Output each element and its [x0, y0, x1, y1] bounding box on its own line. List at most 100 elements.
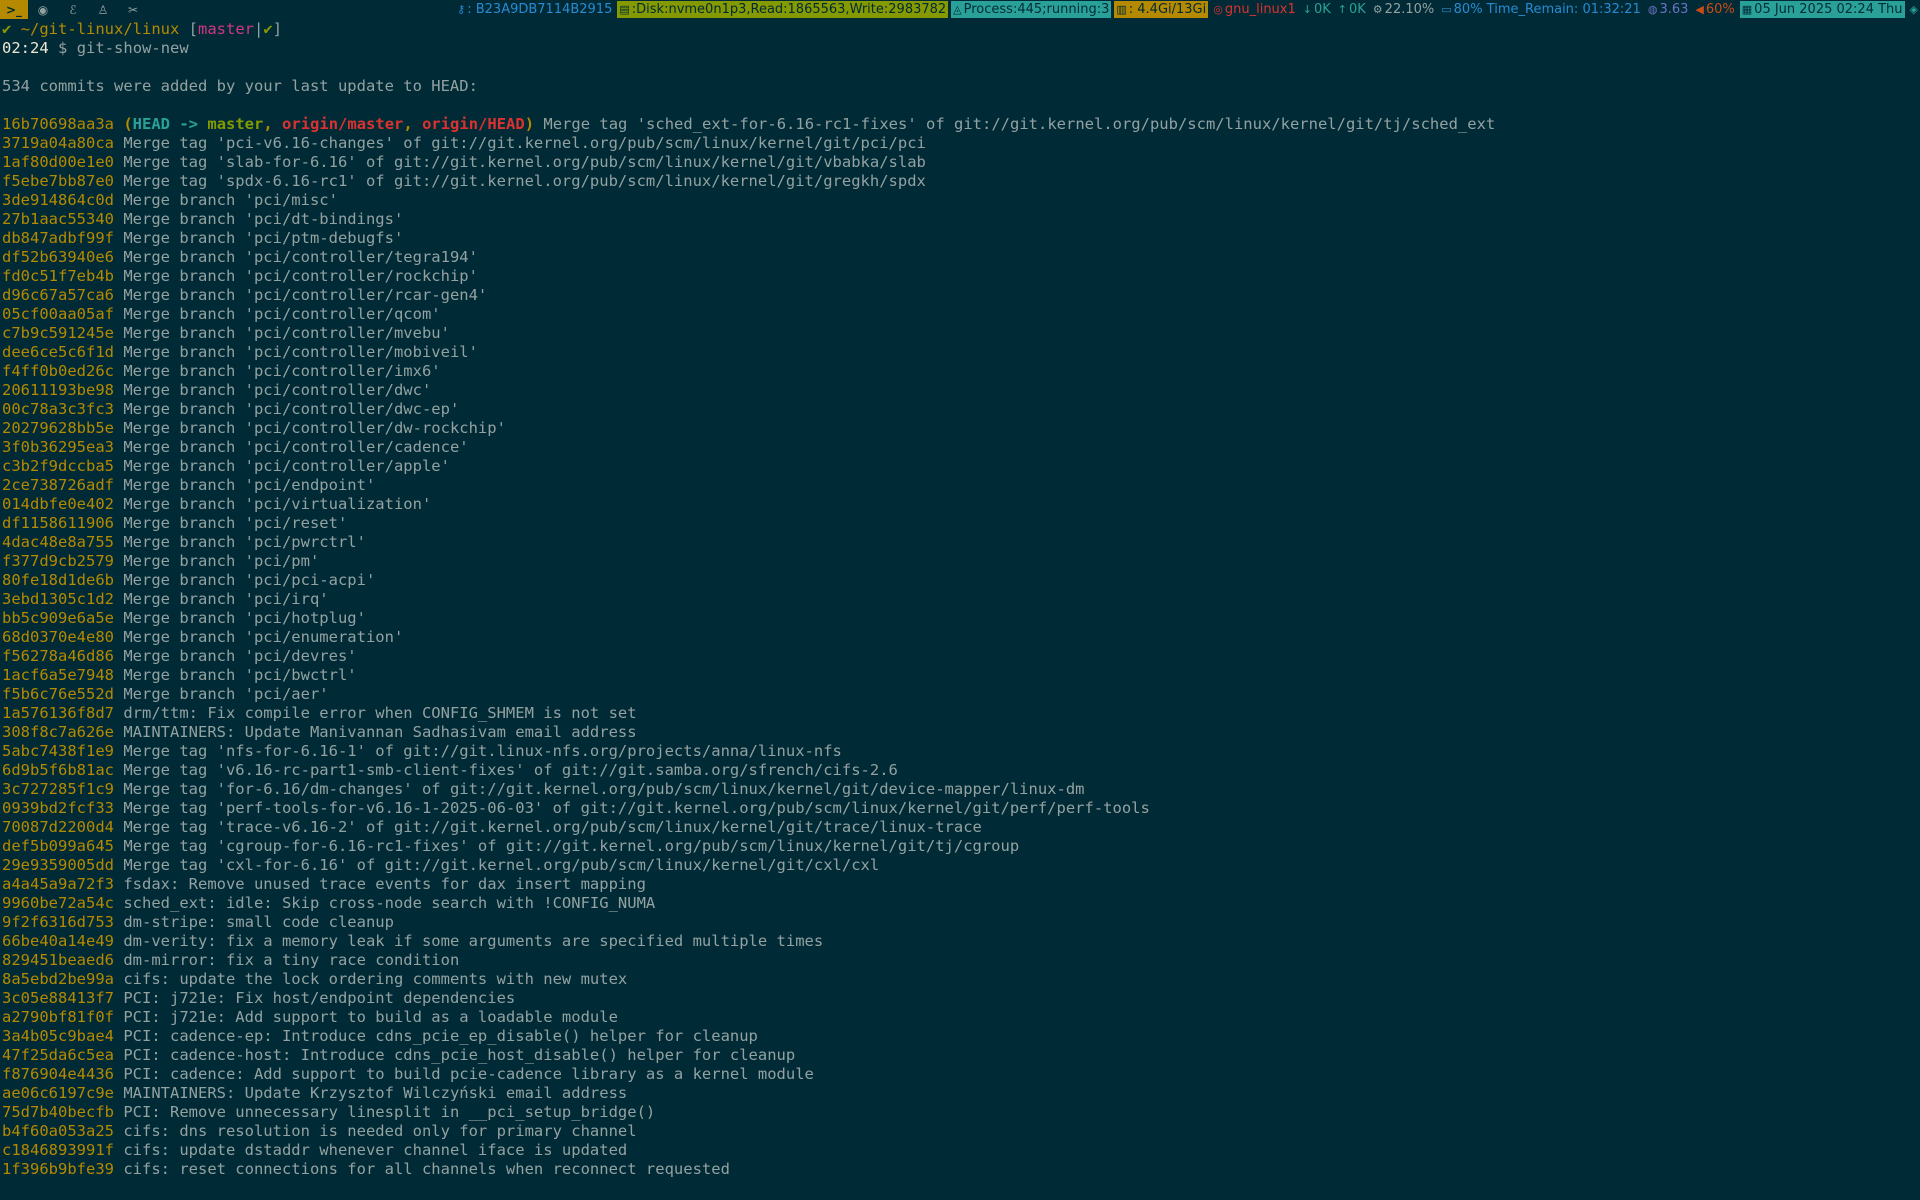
- commit-line: 80fe18d1de6b Merge branch 'pci/pci-acpi': [2, 571, 1918, 590]
- commit-line: d96c67a57ca6 Merge branch 'pci/controlle…: [2, 286, 1918, 305]
- status-net-up-text: 0K: [1349, 2, 1366, 17]
- commit-line: f4ff0b0ed26c Merge branch 'pci/controlle…: [2, 362, 1918, 381]
- commit-message: Merge branch 'pci/endpoint': [123, 476, 376, 494]
- prompt-line-2: 02:24 $ git-show-new: [2, 39, 1918, 58]
- commit-hash: ae06c6197c9e: [2, 1084, 114, 1102]
- commit-message: Merge branch 'pci/controller/mobiveil': [123, 343, 478, 361]
- commit-message: Merge branch 'pci/controller/apple': [123, 457, 450, 475]
- commit-message: PCI: cadence: Add support to build pcie-…: [123, 1065, 814, 1083]
- prompt-branch-clean-icon: ✔: [263, 20, 273, 38]
- commit-hash: f5b6c76e552d: [2, 685, 114, 703]
- commit-hash: 3719a04a80ca: [2, 134, 114, 152]
- commit-hash: b4f60a053a25: [2, 1122, 114, 1140]
- commit-line: def5b099a645 Merge tag 'cgroup-for-6.16-…: [2, 837, 1918, 856]
- status-memory-text: : 4.4Gi/13Gi: [1128, 2, 1207, 17]
- commit-hash: 3c05e88413f7: [2, 989, 114, 1007]
- commit-message: Merge branch 'pci/controller/dwc-ep': [123, 400, 460, 418]
- terminal-window[interactable]: ✔ ~/git-linux/linux [master|✔] 02:24 $ g…: [2, 20, 1918, 1196]
- commit-message: cifs: reset connections for all channels…: [123, 1160, 730, 1178]
- commit-hash: f876904e4436: [2, 1065, 114, 1083]
- commit-hash: c1846893991f: [2, 1141, 114, 1159]
- commit-line: c7b9c591245e Merge branch 'pci/controlle…: [2, 324, 1918, 343]
- status-net-down: ↓ 0K: [1301, 1, 1333, 18]
- commit-message: Merge branch 'pci/controller/tegra194': [123, 248, 478, 266]
- terminal-icon[interactable]: >_: [0, 0, 28, 19]
- commit-message: Merge branch 'pci/controller/dw-rockchip…: [123, 419, 506, 437]
- prompt-command: git-show-new: [76, 39, 189, 57]
- status-disk: ▤:Disk:nvme0n1p3,Read:1865563,Write:2983…: [617, 1, 949, 18]
- commit-line: 0939bd2fcf33 Merge tag 'perf-tools-for-v…: [2, 799, 1918, 818]
- commit-message: Merge branch 'pci/dt-bindings': [123, 210, 404, 228]
- commit-hash: dee6ce5c6f1d: [2, 343, 114, 361]
- ref-head: HEAD: [132, 115, 170, 133]
- commit-hash: 2ce738726adf: [2, 476, 114, 494]
- linux-icon[interactable]: ♙: [88, 0, 118, 19]
- status-battery: ▭ 80% Time_Remain: 01:32:21: [1439, 1, 1643, 18]
- commit-line: 2ce738726adf Merge branch 'pci/endpoint': [2, 476, 1918, 495]
- commit-message: dm-verity: fix a memory leak if some arg…: [123, 932, 824, 950]
- commit-message: Merge tag 'trace-v6.16-2' of git://git.k…: [123, 818, 982, 836]
- commit-message: PCI: cadence-host: Introduce cdns_pcie_h…: [123, 1046, 796, 1064]
- commit-message: Merge branch 'pci/devres': [123, 647, 357, 665]
- commit-hash: 80fe18d1de6b: [2, 571, 114, 589]
- arrow-up-icon: ↑: [1337, 3, 1347, 16]
- commit-line: ae06c6197c9e MAINTAINERS: Update Krzyszt…: [2, 1084, 1918, 1103]
- tools-icon[interactable]: ✂: [118, 0, 148, 19]
- commit-hash: 1a576136f8d7: [2, 704, 114, 722]
- commit-message: Merge tag 'sched_ext-for-6.16-rc1-fixes'…: [543, 115, 1496, 133]
- status-net-down-text: 0K: [1313, 2, 1331, 17]
- commit-hash: 3de914864c0d: [2, 191, 114, 209]
- prompt-branch: master: [198, 20, 255, 38]
- disk-icon: ▤: [619, 3, 630, 16]
- commit-hash: f377d9cb2579: [2, 552, 114, 570]
- summary-line: 534 commits were added by your last upda…: [2, 77, 478, 95]
- commit-line: 5abc7438f1e9 Merge tag 'nfs-for-6.16-1' …: [2, 742, 1918, 761]
- commit-line: 3c05e88413f7 PCI: j721e: Fix host/endpoi…: [2, 989, 1918, 1008]
- commit-message: Merge branch 'pci/irq': [123, 590, 329, 608]
- commit-line: 014dbfe0e402 Merge branch 'pci/virtualiz…: [2, 495, 1918, 514]
- commit-hash: 27b1aac55340: [2, 210, 114, 228]
- commit-hash: 308f8c7a626e: [2, 723, 114, 741]
- commit-line: df1158611906 Merge branch 'pci/reset': [2, 514, 1918, 533]
- commit-message: Merge tag 'v6.16-rc-part1-smb-client-fix…: [123, 761, 898, 779]
- commit-message: PCI: j721e: Add support to build as a lo…: [123, 1008, 618, 1026]
- status-load: ◍ 3.63: [1646, 1, 1691, 18]
- commit-message: Merge tag 'pci-v6.16-changes' of git://g…: [123, 134, 926, 152]
- commit-line: 20279628bb5e Merge branch 'pci/controlle…: [2, 419, 1918, 438]
- commit-message: dm-stripe: small code cleanup: [123, 913, 394, 931]
- calendar-icon: ▦: [1741, 3, 1753, 16]
- commit-line: f377d9cb2579 Merge branch 'pci/pm': [2, 552, 1918, 571]
- commit-list: 3719a04a80ca Merge tag 'pci-v6.16-change…: [2, 134, 1918, 1179]
- commit-hash: db847adbf99f: [2, 229, 114, 247]
- status-process: ◬ Process:445;running:3: [951, 1, 1112, 18]
- commit-message: fsdax: Remove unused trace events for da…: [123, 875, 646, 893]
- commit-message: Merge tag 'nfs-for-6.16-1' of git://git.…: [123, 742, 842, 760]
- commit-message: PCI: cadence-ep: Introduce cdns_pcie_ep_…: [123, 1027, 758, 1045]
- commit-hash: 3c727285f1c9: [2, 780, 114, 798]
- commit-message: Merge branch 'pci/pm': [123, 552, 320, 570]
- wifi-icon: ◎: [1213, 3, 1223, 16]
- battery-icon: ▭: [1441, 3, 1452, 16]
- status-key-text: : B23A9DB7114B2915: [467, 2, 613, 17]
- commit-message: Merge branch 'pci/controller/rockchip': [123, 267, 478, 285]
- status-wifi-text: gnu_linux1: [1224, 2, 1296, 17]
- commit-line: bb5c909e6a5e Merge branch 'pci/hotplug': [2, 609, 1918, 628]
- commit-hash: f5ebe7bb87e0: [2, 172, 114, 190]
- speaker-icon: ◀: [1695, 3, 1704, 16]
- commit-hash: bb5c909e6a5e: [2, 609, 114, 627]
- commit-hash: 9f2f6316d753: [2, 913, 114, 931]
- commit-hash: 00c78a3c3fc3: [2, 400, 114, 418]
- commit-line: 29e9359005dd Merge tag 'cxl-for-6.16' of…: [2, 856, 1918, 875]
- browser-icon[interactable]: ◉: [28, 0, 58, 19]
- commit-message: Merge branch 'pci/pwrctrl': [123, 533, 366, 551]
- editor-icon[interactable]: ℰ: [58, 0, 88, 19]
- commit-line: 9960be72a54c sched_ext: idle: Skip cross…: [2, 894, 1918, 913]
- commit-hash: def5b099a645: [2, 837, 114, 855]
- commit-hash: 3ebd1305c1d2: [2, 590, 114, 608]
- commit-message: Merge branch 'pci/aer': [123, 685, 329, 703]
- commit-line: 3a4b05c9bae4 PCI: cadence-ep: Introduce …: [2, 1027, 1918, 1046]
- head-commit-line: 16b70698aa3a (HEAD -> master, origin/mas…: [2, 115, 1496, 133]
- commit-line: 6d9b5f6b81ac Merge tag 'v6.16-rc-part1-s…: [2, 761, 1918, 780]
